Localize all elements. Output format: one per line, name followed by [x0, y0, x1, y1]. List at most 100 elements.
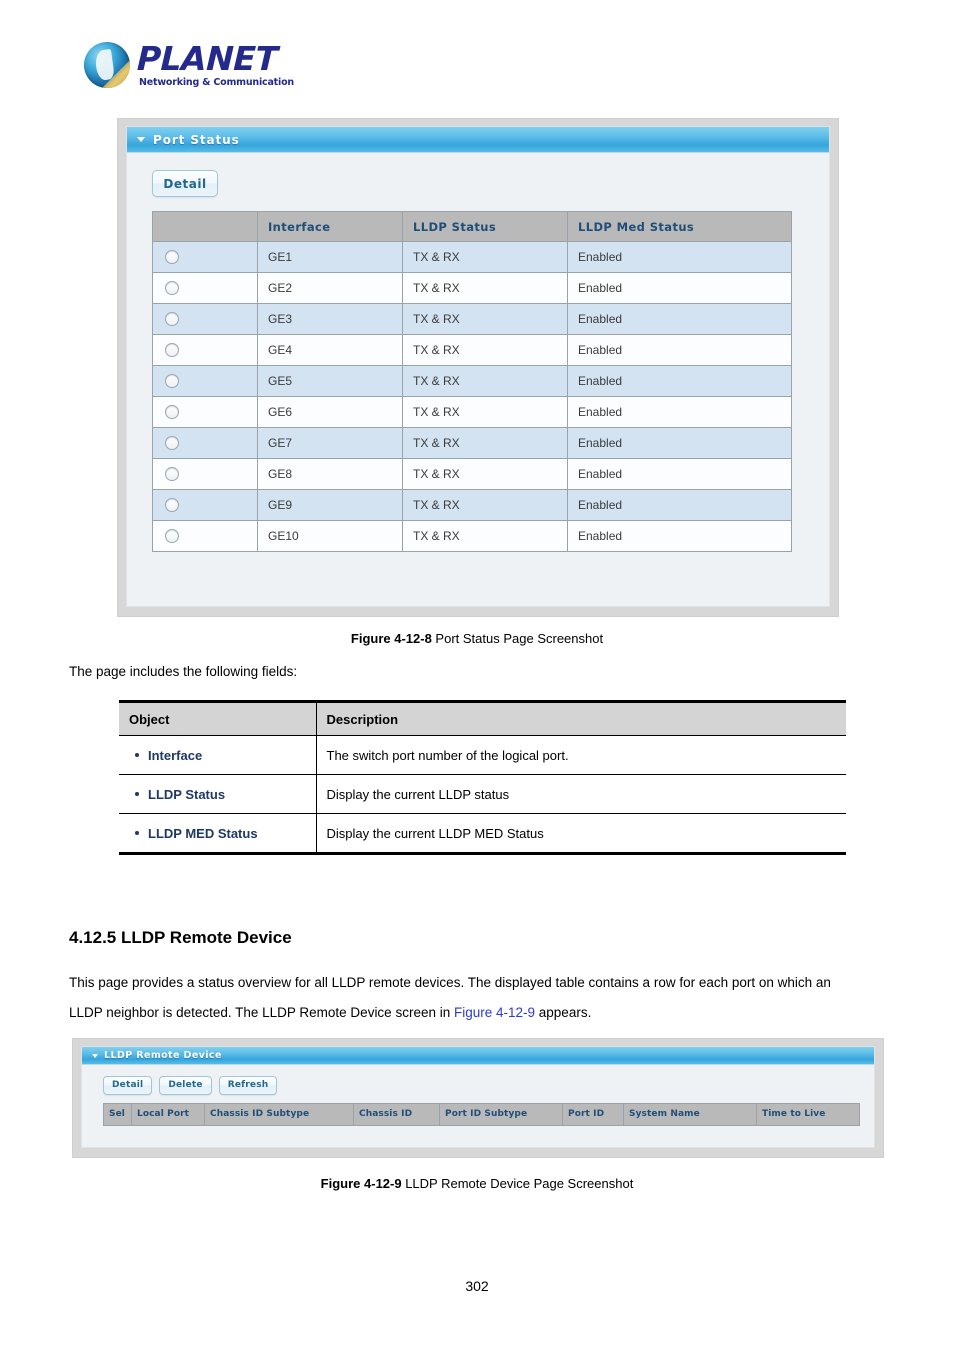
table-row[interactable]: GE6 TX & RX Enabled	[152, 396, 792, 428]
cell-lldp-status: TX & RX	[402, 365, 568, 397]
brand-tagline: Networking & Communication	[139, 77, 294, 89]
row-radio-cell[interactable]	[152, 334, 258, 366]
cell-lldp-status: TX & RX	[402, 241, 568, 273]
page-number: 302	[465, 1278, 489, 1294]
cell-interface: GE4	[257, 334, 403, 366]
table-row[interactable]: GE4 TX & RX Enabled	[152, 334, 792, 366]
table-row[interactable]: GE2 TX & RX Enabled	[152, 272, 792, 304]
radio-button-icon[interactable]	[165, 436, 179, 451]
triangle-down-icon[interactable]	[92, 1053, 98, 1058]
section-paragraph-line-2: LLDP neighbor is detected. The LLDP Remo…	[69, 998, 591, 1028]
table-row[interactable]: GE1 TX & RX Enabled	[152, 241, 792, 273]
radio-button-icon[interactable]	[165, 529, 179, 544]
col-sel: Sel	[103, 1102, 132, 1126]
table-row: Interface The switch port number of the …	[119, 735, 846, 775]
col-lldp-status: LLDP Status	[402, 211, 568, 242]
planet-globe-icon	[84, 42, 130, 88]
cell-interface: GE10	[257, 520, 403, 552]
cell-interface: GE3	[257, 303, 403, 335]
col-select	[152, 211, 258, 242]
figure-4-12-8-caption: Figure 4-12-8 Port Status Page Screensho…	[0, 631, 954, 646]
col-chassis-id: Chassis ID	[353, 1102, 440, 1126]
col-object: Object	[119, 700, 317, 736]
page-title: 4.12.5 LLDP Remote Device	[69, 928, 292, 947]
description-cell: Display the current LLDP MED Status	[316, 813, 846, 855]
row-radio-cell[interactable]	[152, 427, 258, 459]
cell-interface: GE6	[257, 396, 403, 428]
radio-button-icon[interactable]	[165, 312, 179, 327]
col-interface: Interface	[257, 211, 403, 242]
section-paragraph-line-1: This page provides a status overview for…	[69, 975, 831, 990]
figure-4-12-8-label: Figure 4-12-8	[350, 631, 432, 646]
lldp-remote-device-panel-header[interactable]: LLDP Remote Device	[82, 1047, 874, 1065]
port-status-panel-header[interactable]: Port Status	[127, 127, 829, 153]
object-description-table: Object Description Interface The switch …	[119, 700, 846, 855]
col-system-name: System Name	[623, 1102, 757, 1126]
figure-4-12-9-link[interactable]: Figure 4-12-9	[454, 1005, 535, 1020]
paragraph-text-after-link: appears.	[535, 1005, 592, 1020]
object-cell: LLDP MED Status	[119, 813, 317, 855]
radio-button-icon[interactable]	[165, 281, 179, 296]
bullet-icon	[135, 792, 139, 797]
cell-lldp-med-status: Enabled	[567, 396, 792, 428]
lldp-remote-device-panel-title: LLDP Remote Device	[104, 1050, 222, 1061]
col-chassis-id-subtype: Chassis ID Subtype	[204, 1102, 354, 1126]
radio-button-icon[interactable]	[165, 405, 179, 420]
triangle-down-icon[interactable]	[137, 137, 145, 142]
planet-logo: PLANET Networking & Communication	[84, 39, 294, 89]
object-cell: LLDP Status	[119, 774, 317, 814]
cell-lldp-med-status: Enabled	[567, 241, 792, 273]
delete-button[interactable]: Delete	[159, 1075, 212, 1095]
figure-4-12-9-label: Figure 4-12-9	[320, 1176, 402, 1191]
col-port-id: Port ID	[562, 1102, 624, 1126]
cell-lldp-med-status: Enabled	[567, 365, 792, 397]
table-row[interactable]: GE9 TX & RX Enabled	[152, 489, 792, 521]
object-cell: Interface	[119, 735, 317, 775]
radio-button-icon[interactable]	[165, 343, 179, 358]
table-row[interactable]: GE8 TX & RX Enabled	[152, 458, 792, 490]
col-time-to-live: Time to Live	[756, 1102, 860, 1126]
cell-lldp-status: TX & RX	[402, 303, 568, 335]
col-description: Description	[316, 700, 846, 736]
table-row[interactable]: GE5 TX & RX Enabled	[152, 365, 792, 397]
figure-4-12-9-text: LLDP Remote Device Page Screenshot	[401, 1176, 634, 1191]
lldp-remote-device-screenshot-frame: LLDP Remote Device Detail Delete Refresh…	[72, 1038, 884, 1158]
row-radio-cell[interactable]	[152, 303, 258, 335]
row-radio-cell[interactable]	[152, 272, 258, 304]
table-row[interactable]: GE7 TX & RX Enabled	[152, 427, 792, 459]
table-row: LLDP Status Display the current LLDP sta…	[119, 774, 846, 814]
row-radio-cell[interactable]	[152, 241, 258, 273]
radio-button-icon[interactable]	[165, 467, 179, 482]
cell-lldp-med-status: Enabled	[567, 520, 792, 552]
lldp-remote-device-panel-body: Detail Delete Refresh Sel Local Port Cha…	[82, 1065, 874, 1126]
description-cell: Display the current LLDP status	[316, 774, 846, 814]
brand-name: PLANET	[136, 39, 279, 79]
row-radio-cell[interactable]	[152, 520, 258, 552]
cell-interface: GE8	[257, 458, 403, 490]
port-status-screenshot-frame: Port Status Detail Interface LLDP Status…	[117, 118, 839, 617]
row-radio-cell[interactable]	[152, 396, 258, 428]
cell-lldp-med-status: Enabled	[567, 272, 792, 304]
object-label: Interface	[148, 747, 203, 763]
table-row[interactable]: GE10 TX & RX Enabled	[152, 520, 792, 552]
lldp-remote-device-table: Sel Local Port Chassis ID Subtype Chassi…	[103, 1102, 860, 1126]
cell-interface: GE5	[257, 365, 403, 397]
object-table-body: Interface The switch port number of the …	[119, 735, 846, 855]
object-label: LLDP Status	[148, 786, 226, 802]
refresh-button[interactable]: Refresh	[218, 1075, 278, 1095]
row-radio-cell[interactable]	[152, 458, 258, 490]
intro-line: The page includes the following fields:	[69, 664, 298, 679]
radio-button-icon[interactable]	[165, 250, 179, 265]
detail-button[interactable]: Detail	[152, 170, 218, 197]
row-radio-cell[interactable]	[152, 365, 258, 397]
cell-lldp-med-status: Enabled	[567, 303, 792, 335]
radio-button-icon[interactable]	[165, 374, 179, 389]
col-port-id-subtype: Port ID Subtype	[439, 1102, 563, 1126]
radio-button-icon[interactable]	[165, 498, 179, 513]
lldp-remote-device-toolbar: Detail Delete Refresh	[103, 1075, 278, 1095]
row-radio-cell[interactable]	[152, 489, 258, 521]
cell-lldp-status: TX & RX	[402, 334, 568, 366]
detail-button[interactable]: Detail	[103, 1075, 153, 1095]
table-row[interactable]: GE3 TX & RX Enabled	[152, 303, 792, 335]
cell-interface: GE9	[257, 489, 403, 521]
